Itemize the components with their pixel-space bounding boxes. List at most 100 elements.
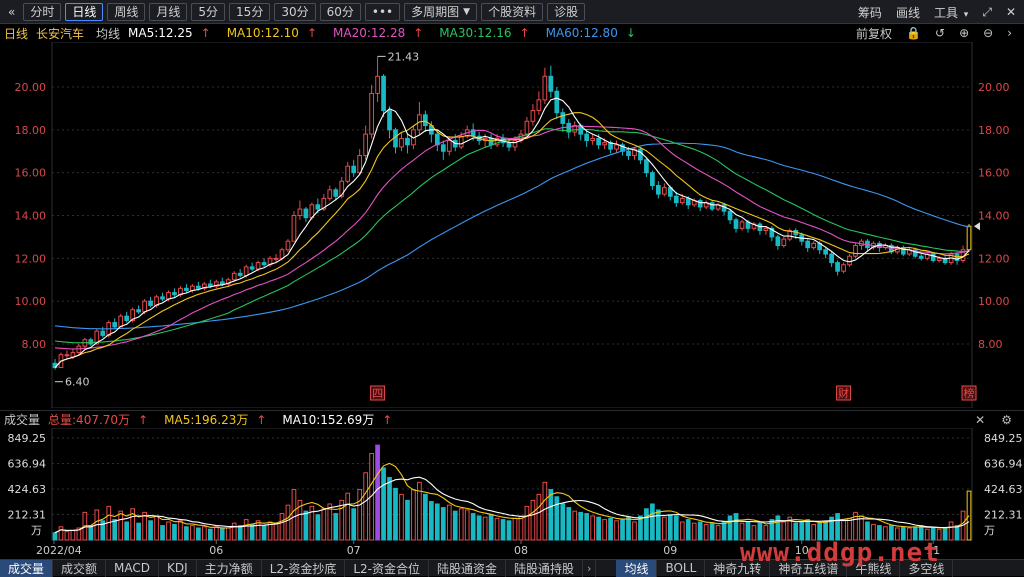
volume-unit-left: 万	[31, 524, 42, 537]
volume-bar	[52, 532, 58, 541]
stock-name[interactable]: 长安汽车	[36, 25, 84, 42]
candle	[661, 187, 667, 195]
chevron-down-icon: ▼	[463, 6, 471, 17]
close-icon[interactable]: ✕	[975, 413, 985, 427]
toolbar-right: 筹码 画线 工具 ▾ ⤢ ✕	[844, 0, 1024, 24]
volume-bar	[685, 519, 691, 541]
ma5-value: MA5:12.25 ↑	[128, 26, 211, 40]
more-button[interactable]: •••	[364, 2, 401, 21]
volume-bar	[835, 513, 840, 541]
volume-tick-left: 424.63	[8, 483, 47, 496]
zoom-out-icon[interactable]: ⊖	[983, 26, 993, 40]
expand-icon[interactable]: ⤢	[982, 5, 992, 20]
candle	[918, 255, 924, 259]
period-button-4[interactable]: 5分	[191, 2, 226, 21]
tabs-scroll-arrow[interactable]: ›	[583, 559, 597, 577]
volume-bar	[548, 489, 554, 541]
period-buttons: 分时 日线 周线 月线 5分 15分 30分 60分	[23, 2, 365, 21]
overlay-tab-1[interactable]: BOLL	[657, 559, 706, 577]
candle	[847, 255, 852, 266]
multi-period-button[interactable]: 多周期图 ▼	[404, 2, 478, 21]
indicator-tab-3[interactable]: KDJ	[159, 559, 197, 577]
candle	[166, 292, 171, 300]
marker-si: 四	[372, 387, 383, 400]
candle	[249, 266, 255, 270]
period-button-5[interactable]: 15分	[229, 2, 271, 21]
volume-bar	[434, 503, 440, 541]
volume-bar	[661, 516, 667, 541]
period-button-1[interactable]: 日线	[65, 2, 104, 21]
ma30-line	[54, 128, 970, 344]
back-icon[interactable]: «	[4, 3, 19, 21]
volume-bar	[213, 526, 219, 541]
period-button-3[interactable]: 月线	[149, 2, 188, 21]
volume-bar	[351, 508, 357, 541]
indicator-tab-0[interactable]: 成交量	[0, 559, 54, 577]
indicator-tabs-left: 成交量 成交额 MACD KDJ 主力净额 L2-资金抄底 L2-资金合位 陆股通资金 陆股通持…	[0, 559, 584, 577]
x-tick-label: 06	[209, 544, 223, 557]
candle	[757, 223, 763, 231]
price-chart[interactable]: 20.00 20.00 18.00 18.00 16.00 16.00 14.00 14.00…	[0, 42, 1024, 408]
undo-icon[interactable]: ↺	[935, 26, 945, 40]
volume-bar	[237, 525, 243, 541]
volume-bar	[196, 527, 201, 541]
candle	[255, 262, 261, 270]
candle	[196, 285, 201, 289]
diagnose-button[interactable]: 诊股	[547, 2, 586, 21]
volume-bar	[542, 481, 548, 541]
volume-bar	[602, 519, 607, 541]
overlay-tab-0[interactable]: 均线	[616, 559, 658, 577]
volume-bar	[231, 522, 237, 541]
volume-bar	[458, 508, 464, 541]
indicator-tab-8[interactable]: 陆股通持股	[506, 559, 584, 577]
volume-bar	[172, 523, 177, 541]
period-button-6[interactable]: 30分	[274, 2, 316, 21]
indicator-tab-1[interactable]: 成交额	[53, 559, 107, 577]
tools-button[interactable]: 工具 ▾	[934, 4, 968, 21]
close-icon[interactable]: ✕	[1006, 5, 1016, 19]
volume-bar	[249, 523, 255, 541]
indicator-tab-4[interactable]: 主力净额	[197, 559, 262, 577]
indicator-tab-7[interactable]: 陆股通资金	[429, 559, 507, 577]
volume-bar	[954, 525, 960, 541]
period-button-0[interactable]: 分时	[23, 2, 62, 21]
draw-line-button[interactable]: 画线	[896, 4, 920, 21]
candle	[327, 189, 333, 199]
settings-icon[interactable]: ⚙	[1001, 413, 1012, 427]
price-tick-right: 10.00	[978, 295, 1010, 308]
indicator-tab-5[interactable]: L2-资金抄底	[262, 559, 346, 577]
candle	[315, 204, 321, 210]
chips-button[interactable]: 筹码	[858, 4, 882, 21]
indicator-tab-6[interactable]: L2-资金合位	[345, 559, 429, 577]
volume-bar	[261, 525, 267, 541]
price-tick-right: 8.00	[978, 338, 1003, 351]
indicator-tab-2[interactable]: MACD	[106, 559, 160, 577]
chevron-right-icon[interactable]: ›	[1007, 26, 1012, 40]
chart-frame	[51, 42, 973, 408]
candle	[685, 197, 691, 206]
period-button-2[interactable]: 周线	[107, 2, 146, 21]
volume-bar	[321, 508, 327, 541]
volume-label[interactable]: 成交量	[4, 411, 40, 428]
volume-bar	[667, 514, 673, 541]
volume-bar	[560, 503, 566, 541]
volume-bar	[518, 515, 524, 541]
period-button-7[interactable]: 60分	[319, 2, 361, 21]
volume-bar	[620, 519, 625, 541]
candle	[446, 140, 452, 152]
volume-bar	[166, 521, 171, 541]
candle	[279, 249, 285, 259]
avg-line-label[interactable]: 均线	[96, 25, 120, 42]
volume-bar	[703, 523, 709, 541]
zoom-in-icon[interactable]: ⊕	[959, 26, 969, 40]
current-price-pointer	[974, 222, 980, 231]
candle	[679, 197, 685, 204]
lock-icon[interactable]: 🔒	[906, 26, 921, 40]
volume-bar	[285, 504, 291, 541]
candle	[291, 215, 297, 242]
adjust-label[interactable]: 前复权	[856, 25, 892, 42]
candle	[554, 90, 560, 114]
volume-bar	[476, 515, 482, 541]
stock-profile-button[interactable]: 个股资料	[481, 2, 544, 21]
candle	[231, 272, 237, 281]
